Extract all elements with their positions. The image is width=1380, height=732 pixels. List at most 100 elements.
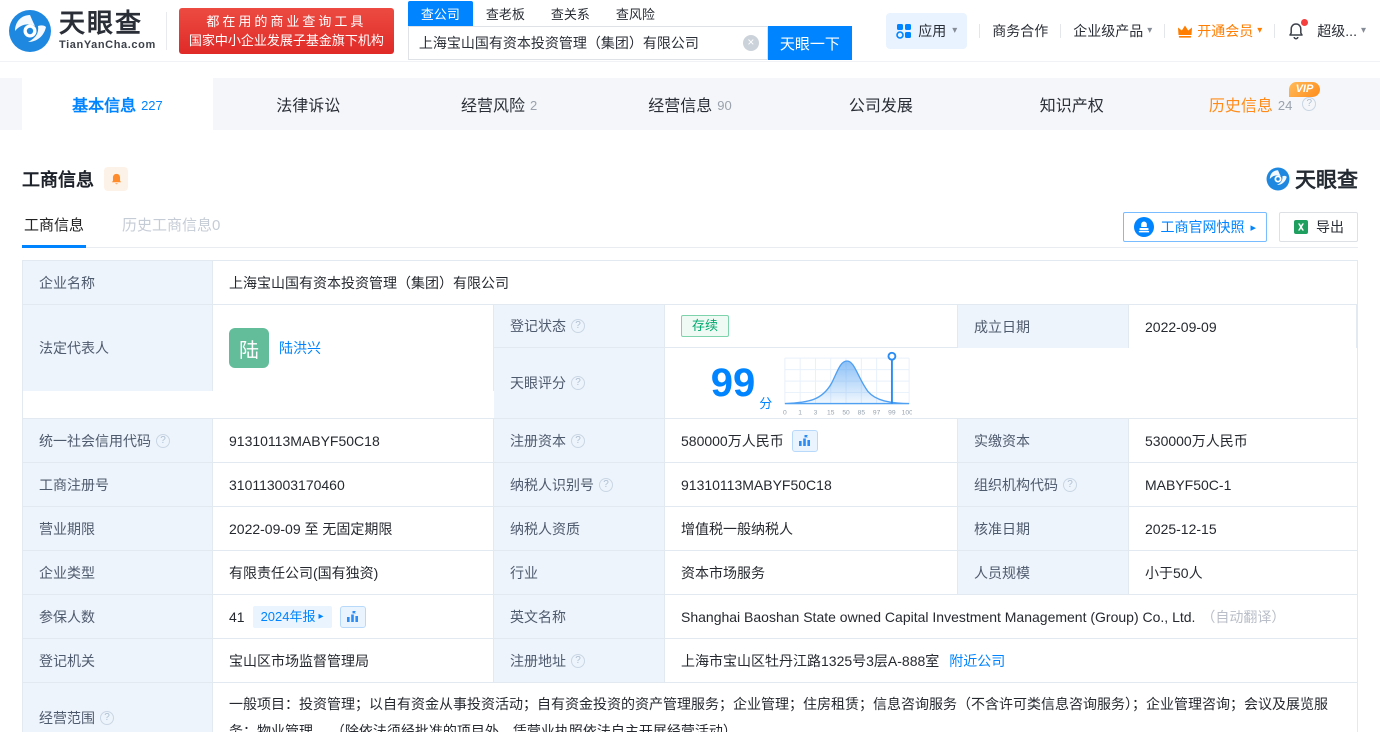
staff-size-value: 小于50人 xyxy=(1145,564,1203,581)
establish-date-value: 2022-09-09 xyxy=(1129,305,1357,348)
table-row: 工商注册号 310113003170460 纳税人识别号 ? 91310113M… xyxy=(23,463,1357,507)
field-label: 英文名称 xyxy=(494,595,665,638)
vip-badge: VIP xyxy=(1288,82,1321,97)
annual-report-badge[interactable]: 2024年报 ▸ xyxy=(252,605,332,628)
registered-address-value: 上海市宝山区牡丹江路1325号3层A-888室 xyxy=(681,652,940,669)
apps-button[interactable]: 应用 ▾ xyxy=(886,12,968,49)
help-icon[interactable]: ? xyxy=(571,653,585,668)
apps-label: 应用 xyxy=(918,22,947,39)
tab-label: 公司发展 xyxy=(848,98,913,115)
help-icon[interactable]: ? xyxy=(1063,477,1077,492)
tab-count: 227 xyxy=(141,97,163,113)
notification-bell-icon[interactable] xyxy=(1287,18,1309,40)
svg-text:15: 15 xyxy=(827,410,835,417)
search-input[interactable] xyxy=(408,35,767,51)
svg-text:50: 50 xyxy=(843,410,851,417)
clear-icon[interactable]: × xyxy=(742,35,759,51)
search-tabs: 查公司 查老板 查关系 查风险 xyxy=(407,1,852,26)
search-button[interactable]: 天眼一下 xyxy=(767,26,852,60)
help-icon[interactable]: ? xyxy=(100,711,114,725)
field-label: 登记状态 ? xyxy=(494,305,665,348)
search-tab-company[interactable]: 查公司 xyxy=(407,1,473,26)
approval-date-value: 2025-12-15 xyxy=(1145,520,1217,537)
tab-business-registration-info[interactable]: 工商信息 xyxy=(22,214,87,248)
divider xyxy=(165,11,167,50)
tab-label: 经营风险 xyxy=(461,98,526,115)
divider xyxy=(1060,23,1062,38)
tab-count: 2 xyxy=(530,97,538,113)
help-icon[interactable]: ? xyxy=(156,433,170,448)
insured-count-cell: 41 2024年报 ▸ xyxy=(213,595,494,638)
tianyancha-watermark: 天眼查 xyxy=(1266,164,1358,194)
help-icon[interactable]: ? xyxy=(599,477,613,492)
export-button[interactable]: 导出 xyxy=(1279,212,1358,242)
svg-text:3: 3 xyxy=(814,410,818,417)
tab-intellectual-property[interactable]: 知识产权 xyxy=(976,78,1167,130)
tianyancha-logo[interactable]: 天眼查 TianYanCha.com xyxy=(8,9,156,53)
biz-cooperation-link[interactable]: 商务合作 xyxy=(992,21,1048,41)
tab-label: 法律诉讼 xyxy=(276,98,341,115)
paid-capital-value: 530000万人民币 xyxy=(1145,432,1248,449)
nearby-companies-link[interactable]: 附近公司 xyxy=(949,651,1005,671)
field-label: 纳税人识别号 ? xyxy=(494,463,665,506)
english-name-value: Shanghai Baoshan State owned Capital Inv… xyxy=(681,608,1196,625)
tab-count: 90 xyxy=(717,97,732,113)
brand-domain: TianYanCha.com xyxy=(59,39,156,51)
section-head: 工商信息 天眼查 xyxy=(22,164,1358,194)
label-text: 经营范围 xyxy=(39,710,95,726)
promo-banner: 都在用的商业查询工具 国家中小企业发展子基金旗下机构 xyxy=(178,7,394,54)
tab-company-development[interactable]: 公司发展 xyxy=(785,78,976,130)
search-tab-risk[interactable]: 查风险 xyxy=(603,1,668,26)
table-row: 经营范围 ? 一般项目：投资管理；以自有资金从事投资活动；自有资金投资的资产管理… xyxy=(23,683,1357,732)
help-icon[interactable]: ? xyxy=(571,376,585,390)
tab-label: 历史信息 xyxy=(1208,98,1273,115)
business-info-table: 企业名称 上海宝山国有资本投资管理（集团）有限公司 法定代表人 陆 陆洪兴 登记… xyxy=(22,260,1358,732)
help-icon[interactable]: ? xyxy=(571,319,585,333)
capital-chart-icon[interactable] xyxy=(791,429,818,452)
svg-text:100: 100 xyxy=(902,410,912,417)
svg-text:85: 85 xyxy=(858,410,866,417)
tab-operation-risk[interactable]: 经营风险 2 xyxy=(404,78,595,130)
subscribe-bell-icon[interactable] xyxy=(104,167,128,191)
open-vip-button[interactable]: 开通会员 ▾ xyxy=(1177,21,1262,41)
crown-icon xyxy=(1178,25,1193,38)
registered-capital-cell: 580000万人民币 xyxy=(665,419,958,462)
tab-basic-info[interactable]: 基本信息 227 xyxy=(22,78,213,130)
official-snapshot-button[interactable]: 工商官网快照 ▸ xyxy=(1123,212,1267,242)
arrow-right-icon: ▸ xyxy=(1250,221,1256,234)
search-tab-boss[interactable]: 查老板 xyxy=(473,1,538,26)
field-label: 行业 xyxy=(494,551,665,594)
help-icon[interactable]: ? xyxy=(1302,97,1317,111)
field-label: 天眼评分 ? xyxy=(494,348,665,418)
legal-rep-link[interactable]: 陆洪兴 xyxy=(279,338,321,358)
tianyan-score-cell[interactable]: 99 分 0 1 3 15 50 85 97 99 100 xyxy=(665,348,958,418)
tab-operation-info[interactable]: 经营信息 90 xyxy=(595,78,786,130)
notification-dot xyxy=(1301,18,1309,26)
subtabs-row: 工商信息 历史工商信息0 工商官网快照 ▸ 导出 xyxy=(22,210,1358,248)
subtab-label: 工商信息 xyxy=(24,217,85,234)
snapshot-label: 工商官网快照 xyxy=(1160,219,1245,235)
export-label: 导出 xyxy=(1316,219,1344,235)
company-nav: 基本信息 227 法律诉讼 经营风险 2 经营信息 90 公司发展 知识产权 V… xyxy=(0,78,1380,130)
avatar[interactable]: 陆 xyxy=(229,328,269,368)
top-header: 天眼查 TianYanCha.com 都在用的商业查询工具 国家中小企业发展子基… xyxy=(0,0,1380,62)
label-text: 登记状态 xyxy=(510,318,566,334)
user-menu[interactable]: 超级... ▾ xyxy=(1317,21,1366,41)
score-value: 99 xyxy=(710,361,756,405)
enterprise-product-menu[interactable]: 企业级产品 ▾ xyxy=(1073,21,1152,41)
company-type-value: 有限责任公司(国有独资) xyxy=(213,551,494,594)
tab-legal-proceedings[interactable]: 法律诉讼 xyxy=(213,78,404,130)
label-text: 天眼评分 xyxy=(510,375,566,391)
search-block: 查公司 查老板 查关系 查风险 × 天眼一下 xyxy=(407,1,852,60)
tab-history-business-info[interactable]: 历史工商信息0 xyxy=(120,214,222,247)
help-icon[interactable]: ? xyxy=(571,433,585,448)
field-label: 注册资本 ? xyxy=(494,419,665,462)
credit-code-value: 91310113MABYF50C18 xyxy=(213,419,494,462)
legal-rep-cell: 陆 陆洪兴 xyxy=(213,305,494,391)
insured-chart-icon[interactable] xyxy=(339,605,366,628)
score-distribution-chart: 0 1 3 15 50 85 97 99 100 xyxy=(783,351,912,417)
search-tab-relation[interactable]: 查关系 xyxy=(538,1,603,26)
search-input-wrap: × xyxy=(407,26,768,60)
tab-label: 基本信息 xyxy=(72,98,137,115)
tab-history-info[interactable]: VIP 历史信息 24 ? xyxy=(1167,78,1358,130)
